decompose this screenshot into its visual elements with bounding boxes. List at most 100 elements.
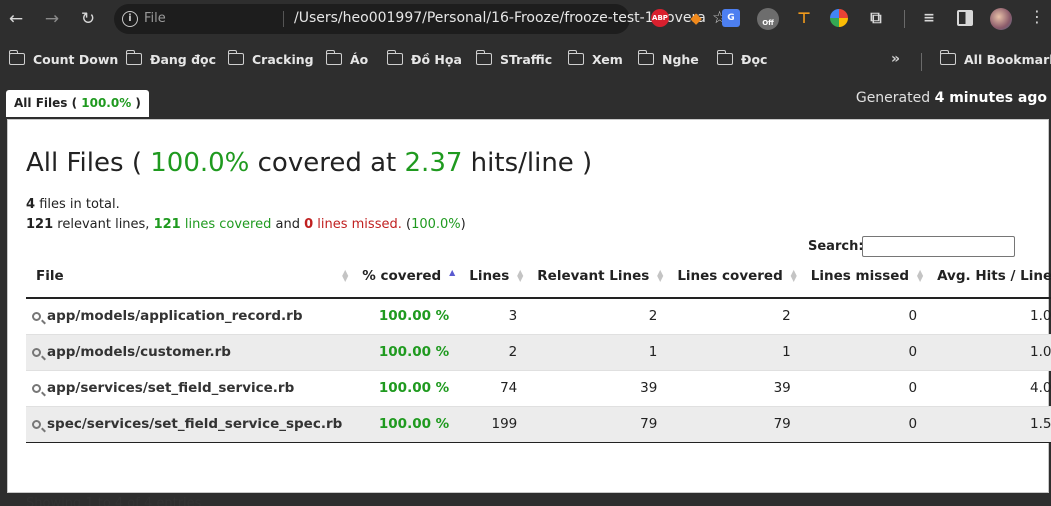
folder-icon bbox=[325, 50, 342, 65]
toolbar-divider bbox=[904, 10, 905, 28]
avg-hits-cell: 1.59 bbox=[927, 405, 1051, 443]
table-row: app/models/application_record.rb 100.00 … bbox=[26, 297, 1051, 334]
folder-icon bbox=[8, 50, 25, 65]
sort-ascending-icon: ▲ bbox=[449, 268, 456, 277]
sort-icon: ▲ ▼ bbox=[517, 268, 524, 283]
relevant-cell: 79 bbox=[527, 405, 668, 443]
back-arrow-icon[interactable]: ← bbox=[5, 8, 27, 30]
reload-icon[interactable]: ↻ bbox=[77, 8, 99, 30]
missed-cell: 0 bbox=[800, 369, 928, 406]
file-link[interactable]: spec/services/set_field_service_spec.rb bbox=[26, 405, 353, 443]
forward-arrow-icon[interactable]: → bbox=[41, 8, 63, 30]
all-bookmarks-button[interactable]: All Bookmarks bbox=[939, 50, 1051, 68]
lines-cell: 3 bbox=[459, 297, 528, 334]
magnifier-icon bbox=[32, 384, 41, 393]
folder-icon bbox=[227, 50, 244, 65]
column-header-avg-hits[interactable]: Avg. Hits / Line▲▼ bbox=[927, 255, 1051, 299]
bookmarks-divider bbox=[921, 53, 922, 71]
lines-covered-cell: 39 bbox=[667, 369, 801, 406]
bookmark-folder[interactable]: Đang đọc bbox=[125, 50, 216, 68]
abp-icon[interactable]: ABP bbox=[651, 9, 669, 27]
search-input[interactable] bbox=[862, 236, 1015, 257]
coverage-panel: All Files ( 100.0% covered at 2.37 hits/… bbox=[7, 119, 1051, 506]
folder-icon bbox=[567, 50, 584, 65]
covered-cell: 100.00 % bbox=[352, 369, 460, 406]
folder-icon bbox=[475, 50, 492, 65]
folder-icon bbox=[637, 50, 654, 65]
column-header-lines-covered[interactable]: Lines covered ▲ ▼ bbox=[667, 255, 801, 299]
relevant-cell: 39 bbox=[527, 369, 668, 406]
bookmark-folder[interactable]: Cracking bbox=[227, 50, 314, 68]
relevant-cell: 1 bbox=[527, 333, 668, 370]
tl-icon[interactable]: ⊤ bbox=[795, 9, 813, 27]
chevron-double-right-icon[interactable]: » bbox=[891, 51, 900, 67]
menu-dots-icon[interactable]: ⋮ bbox=[1029, 7, 1045, 26]
pie-icon[interactable] bbox=[830, 9, 848, 27]
missed-cell: 0 bbox=[800, 333, 928, 370]
reading-list-icon[interactable]: ≡ bbox=[920, 9, 938, 27]
magnifier-icon bbox=[32, 312, 41, 322]
sort-icon: ▲ ▼ bbox=[916, 268, 924, 283]
column-header-lines[interactable]: Lines ▲ ▼ bbox=[459, 255, 528, 299]
tab-percent: 100.0% bbox=[81, 96, 132, 110]
bookmark-folder[interactable]: STraffic bbox=[475, 50, 552, 68]
covered-cell: 100.00 % bbox=[352, 297, 460, 334]
lines-summary: 121 relevant lines, 121 lines covered an… bbox=[26, 217, 466, 232]
lines-cell: 74 bbox=[459, 369, 528, 406]
address-bar[interactable]: i File /Users/heo001997/Personal/16-Froo… bbox=[114, 4, 727, 34]
covered-cell: 100.00 % bbox=[352, 405, 460, 443]
coverage-table: File ▲ ▼ % covered ▲ Lines ▲ ▼ Relevant Lines… bbox=[26, 255, 1051, 443]
page-title: All Files ( 100.0% covered at 2.37 hits/… bbox=[26, 148, 593, 178]
relevant-cell: 2 bbox=[527, 297, 668, 334]
avg-hits-cell: 1.00 bbox=[927, 333, 1051, 370]
lines-covered-cell: 79 bbox=[667, 405, 801, 443]
bookmark-folder[interactable]: Nghe bbox=[637, 50, 699, 68]
folder-icon bbox=[716, 50, 733, 65]
off-icon[interactable]: Off bbox=[757, 8, 779, 30]
lines-covered-cell: 2 bbox=[667, 297, 801, 334]
bookmark-folder[interactable]: Áo bbox=[325, 50, 368, 68]
url-divider bbox=[283, 11, 284, 27]
missed-cell: 0 bbox=[800, 405, 928, 443]
table-row: app/models/customer.rb 100.00 % 2 1 1 0 … bbox=[26, 333, 1051, 370]
column-header-relevant-lines[interactable]: Relevant Lines ▲ ▼ bbox=[527, 255, 668, 299]
info-icon[interactable]: i bbox=[122, 11, 138, 27]
sort-icon: ▲ ▼ bbox=[342, 268, 349, 283]
file-link[interactable]: app/models/customer.rb bbox=[26, 333, 353, 370]
magnifier-icon bbox=[32, 348, 41, 357]
file-link[interactable]: app/models/application_record.rb bbox=[26, 297, 353, 334]
tab-all-files[interactable]: All Files ( 100.0% ) bbox=[6, 90, 149, 117]
url-scheme-chip: File bbox=[144, 11, 166, 26]
table-info: Showing 1 to 4 of 4 entries bbox=[26, 496, 202, 506]
folder-icon bbox=[386, 50, 403, 65]
translate-icon[interactable]: G bbox=[722, 9, 740, 27]
bookmark-folder[interactable]: Count Down bbox=[8, 50, 118, 68]
profile-avatar[interactable] bbox=[990, 8, 1012, 30]
sort-icon: ▲ ▼ bbox=[790, 268, 797, 283]
page: All Files ( 100.0% ) Generated 4 minutes… bbox=[0, 78, 1051, 506]
covered-cell: 100.00 % bbox=[352, 333, 460, 370]
missed-cell: 0 bbox=[800, 297, 928, 334]
bookmark-folder[interactable]: Đọc bbox=[716, 50, 767, 68]
column-header-lines-missed[interactable]: Lines missed ▲ ▼ bbox=[800, 255, 928, 299]
bookmark-folder[interactable]: Xem bbox=[567, 50, 623, 68]
url-text[interactable]: /Users/heo001997/Personal/16-Frooze/froo… bbox=[294, 10, 706, 26]
lines-covered-cell: 1 bbox=[667, 333, 801, 370]
magnifier-icon bbox=[32, 420, 41, 429]
column-header-file[interactable]: File ▲ ▼ bbox=[26, 255, 353, 299]
column-header-covered[interactable]: % covered ▲ bbox=[352, 255, 460, 299]
table-row: spec/services/set_field_service_spec.rb … bbox=[26, 405, 1051, 443]
files-total: 4 files in total. bbox=[26, 197, 120, 212]
file-link[interactable]: app/services/set_field_service.rb bbox=[26, 369, 353, 406]
side-panel-icon[interactable] bbox=[957, 10, 973, 26]
bookmarks-bar: Count Down Đang đọc Cracking Áo Đồ Họa S… bbox=[0, 44, 1051, 74]
generated-timestamp: Generated 4 minutes ago bbox=[855, 90, 1047, 106]
search-label: Search: bbox=[808, 239, 864, 254]
folder-icon bbox=[125, 50, 142, 65]
bookmark-folder[interactable]: Đồ Họa bbox=[386, 50, 462, 68]
puzzle-icon[interactable]: ⧉ bbox=[867, 9, 885, 27]
lines-cell: 199 bbox=[459, 405, 528, 443]
folder-icon bbox=[939, 50, 956, 65]
browser-toolbar: ← → ↻ i File /Users/heo001997/Personal/1… bbox=[0, 0, 1051, 38]
metamask-icon[interactable]: ◆ bbox=[687, 9, 705, 27]
